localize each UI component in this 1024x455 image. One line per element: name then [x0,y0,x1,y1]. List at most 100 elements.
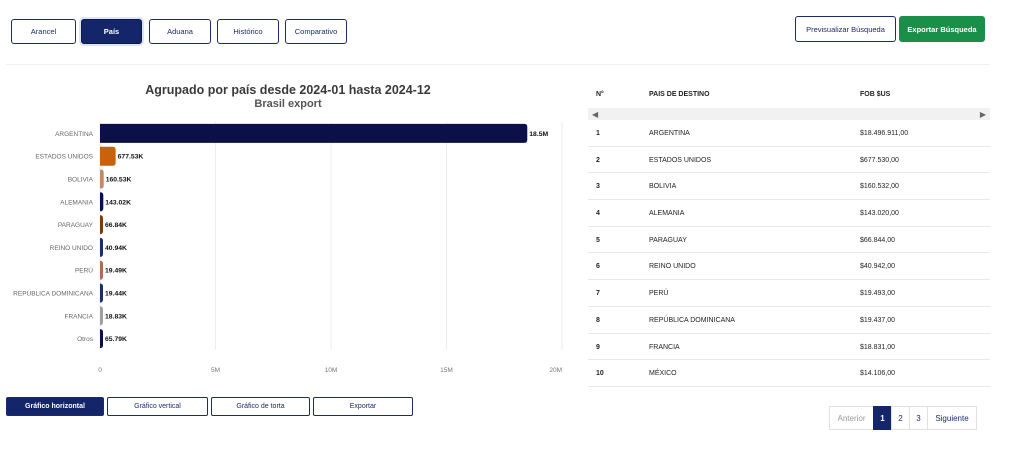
header-country: PAIS DE DESTINO [649,91,710,98]
horizontal-scrollbar[interactable]: ◀ ▶ [588,108,990,120]
pie-chart-button[interactable]: Gráfico de torta [211,397,310,416]
category-label: PARAGUAY [58,222,94,229]
row-number: 8 [596,316,600,324]
category-label: PERÚ [75,266,93,275]
data-label: 143.02K [105,199,131,206]
bar-chart: 0 5M 10M 15M 20M ARGENTINA 18.5M ESTADOS UNIDOS… [13,122,563,374]
bar[interactable] [100,215,103,235]
row-fob: $66.844,00 [860,236,896,244]
bar[interactable] [100,306,103,326]
chart-subtitle: Brasil export [254,98,322,110]
tab-comparativo[interactable]: Comparativo [285,19,347,44]
table-row: 2 ESTADOS UNIDOS $677.530,00 [588,147,990,174]
header-fob: FOB $US [860,91,891,98]
row-number: 4 [596,210,600,218]
previous-page-button[interactable]: Anterior [829,406,874,430]
export-chart-button[interactable]: Exportar [313,397,413,416]
row-fob: $19.493,00 [860,290,896,298]
divider [6,64,990,65]
bar[interactable] [100,329,103,349]
data-label: 65.79K [105,336,127,343]
row-fob: $18.496.911,00 [860,130,909,137]
table-row: 1 ARGENTINA $18.496.911,00 [588,120,990,147]
row-fob: $677.530,00 [860,156,899,164]
page-1-button[interactable]: 1 [873,406,892,430]
category-label: REPÚBLICA DOMINICANA [13,289,93,298]
tab-aduana[interactable]: Aduana [149,19,211,44]
category-label: FRANCIA [64,313,93,320]
bar[interactable] [100,260,103,280]
data-label: 160.53K [106,177,132,184]
x-tick-label: 5M [211,367,220,374]
row-number: 5 [596,236,600,244]
export-search-button[interactable]: Exportar Búsqueda [899,16,985,42]
row-number: 2 [596,156,600,164]
data-label: 19.44K [105,291,127,298]
tab-pais[interactable]: País [81,19,142,44]
row-number: 6 [596,263,600,271]
row-country: PERÚ [649,290,669,298]
x-tick-label: 15M [440,367,453,374]
bar[interactable] [100,237,103,257]
row-number: 9 [596,343,600,351]
data-label: 66.84K [105,222,127,229]
row-country: ALEMANIA [649,210,685,218]
scroll-right-icon[interactable]: ▶ [980,110,986,119]
header-number: N° [596,91,604,98]
horizontal-chart-button[interactable]: Gráfico horizontal [6,397,104,416]
row-country: PARAGUAY [649,236,687,244]
tab-arancel[interactable]: Arancel [11,19,76,44]
bar[interactable] [100,169,104,189]
scroll-left-icon[interactable]: ◀ [592,110,598,119]
bar[interactable] [100,192,104,212]
bar[interactable] [100,123,528,143]
category-label: ARGENTINA [55,131,94,138]
row-fob: $40.942,00 [860,263,896,271]
table-row: 10 MÉXICO $14.106,00 [588,360,990,387]
table-row: 9 FRANCIA $18.831,00 [588,334,990,361]
next-page-button[interactable]: Siguiente [927,406,977,430]
chart-title: Agrupado por país desde 2024-01 hasta 20… [145,83,431,97]
category-label: BOLIVIA [68,177,94,184]
bar[interactable] [100,146,116,166]
row-fob: $18.831,00 [860,343,896,351]
row-country: FRANCIA [649,343,680,351]
x-tick-label: 10M [325,367,338,374]
table-row: 6 REINO UNIDO $40.942,00 [588,253,990,281]
row-country: MÉXICO [649,370,677,378]
preview-search-button[interactable]: Previsualizar Búsqueda [795,16,896,42]
data-label: 677.53K [118,154,144,161]
row-fob: $14.106,00 [860,370,896,378]
results-table: N° PAIS DE DESTINO FOB $US ◀ ▶ 1 ARGENTIN… [588,82,990,387]
table-row: 8 REPÚBLICA DOMINICANA $19.437,00 [588,307,990,334]
table-row: 7 PERÚ $19.493,00 [588,280,990,307]
table-body: 1 ARGENTINA $18.496.911,00 2 ESTADOS UNIDOS $… [588,120,990,387]
row-number: 3 [596,183,600,191]
row-fob: $143.020,00 [860,210,899,218]
row-country: ARGENTINA [649,130,690,137]
tab-historico[interactable]: Histórico [217,19,279,44]
row-country: REPÚBLICA DOMINICANA [649,316,735,324]
row-country: ESTADOS UNIDOS [649,156,712,164]
category-label: REINO UNIDO [50,245,93,252]
table-row: 3 BOLIVIA $160.532,00 [588,173,990,201]
row-number: 1 [596,130,600,137]
page-3-button[interactable]: 3 [909,406,928,430]
x-tick-label: 0 [98,367,102,374]
bar[interactable] [100,283,103,303]
table-header: N° PAIS DE DESTINO FOB $US [588,82,990,108]
x-tick-label: 20M [549,367,562,374]
vertical-chart-button[interactable]: Gráfico vertical [107,397,208,416]
row-fob: $160.532,00 [860,183,899,191]
row-country: BOLIVIA [649,183,677,191]
table-row: 5 PARAGUAY $66.844,00 [588,227,990,254]
row-country: REINO UNIDO [649,263,696,271]
data-label: 18.83K [105,313,127,320]
table-row: 4 ALEMANIA $143.020,00 [588,200,990,227]
data-label: 18.5M [529,131,548,138]
row-number: 10 [596,370,604,378]
category-label: ESTADOS UNIDOS [35,154,93,161]
page-2-button[interactable]: 2 [891,406,910,430]
data-label: 40.94K [105,245,127,252]
row-number: 7 [596,290,600,298]
